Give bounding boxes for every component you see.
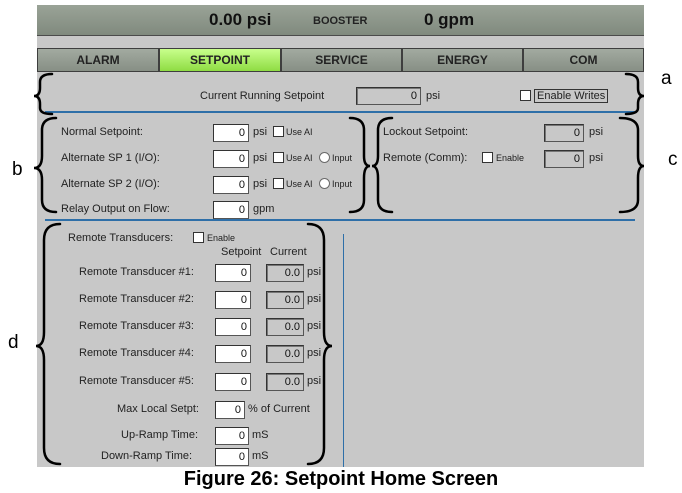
brace-d-left	[35, 222, 62, 466]
figure-caption: Figure 26: Setpoint Home Screen	[183, 468, 499, 490]
annotation-label-a: a	[661, 68, 672, 89]
brace-a-left	[33, 72, 54, 116]
annotation-label-c: c	[668, 149, 678, 170]
annotation-label-d: d	[8, 332, 19, 353]
annotation-braces	[33, 72, 645, 466]
brace-c-left	[371, 116, 394, 214]
annotation-label-b: b	[12, 159, 23, 180]
brace-b-right	[348, 116, 371, 214]
brace-d-right	[306, 222, 333, 466]
brace-a-right	[624, 72, 645, 116]
brace-b-left	[33, 116, 58, 214]
brace-c-right	[618, 116, 645, 214]
